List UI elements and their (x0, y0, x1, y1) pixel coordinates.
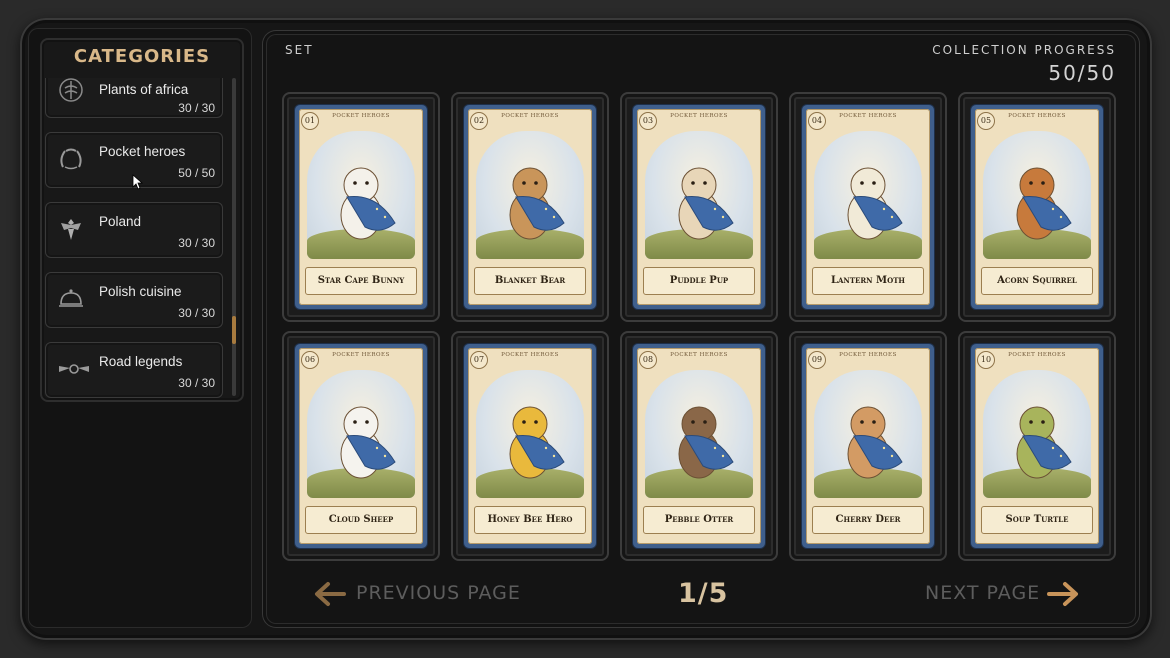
card-slot[interactable]: POCKET HEROES Cloud Sheep 06 (282, 331, 440, 561)
arrow-left-icon (312, 580, 346, 613)
next-page-label: NEXT PAGE (925, 582, 1041, 604)
card-slot[interactable]: POCKET HEROES Puddle Pup 03 (620, 92, 778, 322)
card-name: Blanket Bear (474, 267, 586, 295)
card-face: POCKET HEROES Acorn Squirrel (975, 109, 1099, 305)
laurel-wreath-icon (57, 145, 85, 173)
card-artwork (476, 370, 584, 498)
category-scrollbar[interactable] (232, 78, 236, 396)
category-item-road-legends[interactable]: Road legends 30 / 30 (45, 342, 223, 398)
card-number: 09 (808, 351, 826, 369)
card-slot[interactable]: POCKET HEROES Soup Turtle 10 (958, 331, 1116, 561)
card-face: POCKET HEROES Pebble Otter (637, 348, 761, 544)
category-count: 30 / 30 (178, 236, 215, 250)
collectible-card[interactable]: POCKET HEROES Acorn Squirrel 05 (971, 105, 1103, 309)
card-slot[interactable]: POCKET HEROES Cherry Deer 09 (789, 331, 947, 561)
collectible-card[interactable]: POCKET HEROES Star Cape Bunny 01 (295, 105, 427, 309)
category-name: Pocket heroes (99, 144, 186, 159)
category-name: Plants of africa (99, 82, 189, 97)
collectible-card[interactable]: POCKET HEROES Blanket Bear 02 (464, 105, 596, 309)
category-count: 50 / 50 (178, 166, 215, 180)
card-face: POCKET HEROES Cloud Sheep (299, 348, 423, 544)
collectible-card[interactable]: POCKET HEROES Cherry Deer 09 (802, 344, 934, 548)
card-face: POCKET HEROES Star Cape Bunny (299, 109, 423, 305)
collectible-card[interactable]: POCKET HEROES Pebble Otter 08 (633, 344, 765, 548)
card-number: 07 (470, 351, 488, 369)
category-scrollbar-thumb[interactable] (232, 316, 236, 344)
card-name: Pebble Otter (643, 506, 755, 534)
winged-wheel-icon (57, 355, 89, 383)
card-number: 04 (808, 112, 826, 130)
card-artwork (983, 131, 1091, 259)
collectible-card[interactable]: POCKET HEROES Soup Turtle 10 (971, 344, 1103, 548)
collectible-card[interactable]: POCKET HEROES Puddle Pup 03 (633, 105, 765, 309)
card-face: POCKET HEROES Honey Bee Hero (468, 348, 592, 544)
collectible-card[interactable]: POCKET HEROES Honey Bee Hero 07 (464, 344, 596, 548)
categories-title: CATEGORIES (73, 46, 211, 67)
card-number: 02 (470, 112, 488, 130)
category-count: 30 / 30 (178, 376, 215, 390)
card-number: 01 (301, 112, 319, 130)
set-label: SET (285, 43, 314, 57)
category-count: 30 / 30 (178, 101, 215, 115)
mouse-cursor-icon (132, 174, 144, 194)
card-artwork (307, 370, 415, 498)
card-slot[interactable]: POCKET HEROES Star Cape Bunny 01 (282, 92, 440, 322)
card-artwork (645, 131, 753, 259)
collection-progress-value: 50/50 (1048, 61, 1116, 85)
card-face: POCKET HEROES Blanket Bear (468, 109, 592, 305)
card-face: POCKET HEROES Puddle Pup (637, 109, 761, 305)
category-name: Polish cuisine (99, 284, 182, 299)
card-artwork (307, 131, 415, 259)
page-indicator: 1/5 (678, 578, 729, 609)
card-name: Cloud Sheep (305, 506, 417, 534)
arrow-right-icon (1047, 580, 1081, 613)
card-slot[interactable]: POCKET HEROES Lantern Moth 04 (789, 92, 947, 322)
card-slot[interactable]: POCKET HEROES Honey Bee Hero 07 (451, 331, 609, 561)
card-artwork (983, 370, 1091, 498)
card-face: POCKET HEROES Lantern Moth (806, 109, 930, 305)
category-count: 30 / 30 (178, 306, 215, 320)
category-name: Road legends (99, 354, 183, 369)
collectible-card[interactable]: POCKET HEROES Cloud Sheep 06 (295, 344, 427, 548)
category-item-poland[interactable]: Poland 30 / 30 (45, 202, 223, 258)
card-name: Acorn Squirrel (981, 267, 1093, 295)
card-artwork (645, 370, 753, 498)
card-number: 08 (639, 351, 657, 369)
collectible-card[interactable]: POCKET HEROES Lantern Moth 04 (802, 105, 934, 309)
card-name: Honey Bee Hero (474, 506, 586, 534)
card-name: Puddle Pup (643, 267, 755, 295)
card-face: POCKET HEROES Soup Turtle (975, 348, 1099, 544)
card-number: 03 (639, 112, 657, 130)
card-number: 06 (301, 351, 319, 369)
card-name: Star Cape Bunny (305, 267, 417, 295)
category-item-polish-cuisine[interactable]: Polish cuisine 30 / 30 (45, 272, 223, 328)
previous-page-label: PREVIOUS PAGE (356, 582, 521, 604)
card-name: Lantern Moth (812, 267, 924, 295)
cloche-icon (57, 285, 85, 313)
card-name: Cherry Deer (812, 506, 924, 534)
card-artwork (814, 370, 922, 498)
collection-progress-label: COLLECTION PROGRESS (932, 43, 1116, 57)
card-number: 05 (977, 112, 995, 130)
card-slot[interactable]: POCKET HEROES Blanket Bear 02 (451, 92, 609, 322)
card-slot[interactable]: POCKET HEROES Pebble Otter 08 (620, 331, 778, 561)
card-artwork (476, 131, 584, 259)
card-name: Soup Turtle (981, 506, 1093, 534)
plant-emblem-icon (57, 78, 85, 104)
card-artwork (814, 131, 922, 259)
card-slot[interactable]: POCKET HEROES Acorn Squirrel 05 (958, 92, 1116, 322)
eagle-emblem-icon (57, 215, 85, 243)
category-name: Poland (99, 214, 142, 229)
card-number: 10 (977, 351, 995, 369)
card-face: POCKET HEROES Cherry Deer (806, 348, 930, 544)
